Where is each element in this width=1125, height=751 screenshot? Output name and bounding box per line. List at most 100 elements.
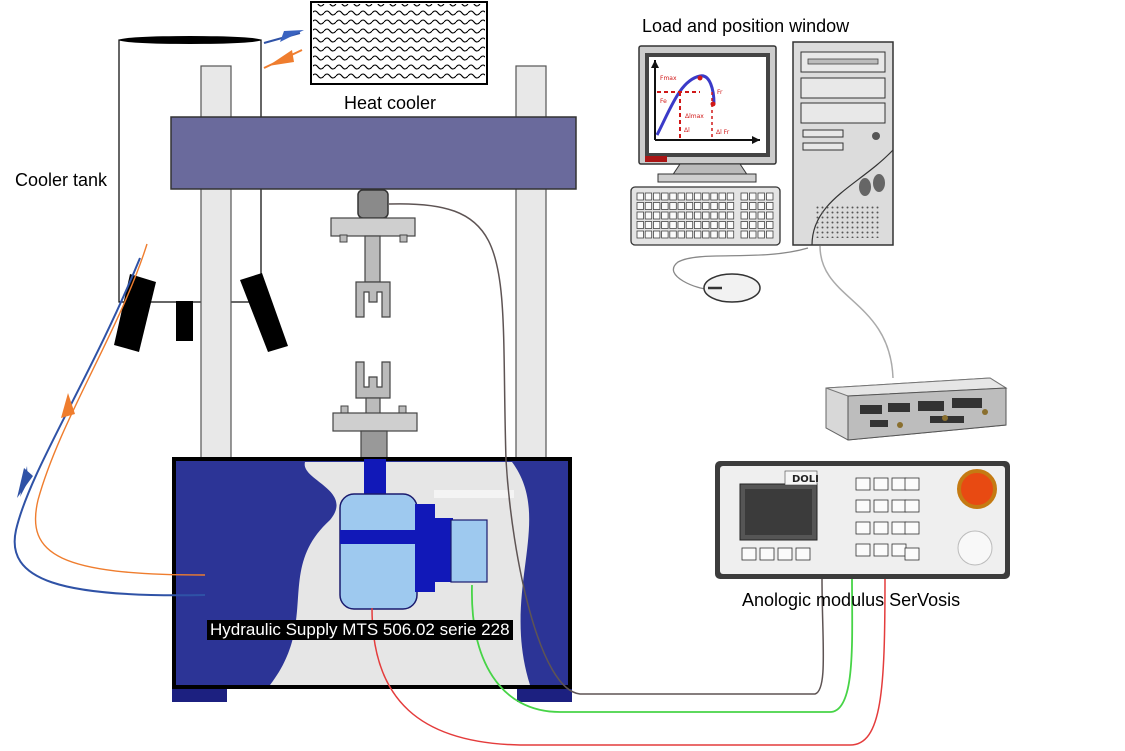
keyboard-key	[726, 192, 735, 201]
panel-key	[891, 543, 907, 557]
keypad-key	[740, 192, 748, 201]
keyboard-key	[644, 221, 653, 229]
panel-brand-label: DOLI	[792, 474, 819, 485]
lower-grip	[332, 361, 418, 462]
panel-key	[855, 477, 871, 491]
panel-key	[873, 521, 889, 535]
keyboard-key	[726, 202, 735, 210]
keyboard-key	[726, 211, 735, 220]
panel-key	[891, 499, 907, 513]
keyboard-key	[644, 230, 653, 239]
keyboard-key	[653, 192, 661, 201]
plot-label-fmax: Fmax	[660, 75, 677, 82]
analog-module-label: Anologic modulus SerVosis	[742, 590, 961, 610]
plot-label-fe: Fe	[660, 98, 667, 105]
keyboard-key	[710, 221, 718, 229]
keyboard-key	[726, 221, 735, 229]
keyboard-key	[694, 192, 702, 201]
keyboard-key	[702, 192, 710, 201]
keypad-key	[766, 192, 774, 201]
coolant-supply-arrow	[263, 49, 303, 69]
keyboard-key	[677, 211, 685, 220]
keyboard-key	[710, 192, 718, 201]
panel-key	[873, 499, 889, 513]
keypad-key	[757, 192, 765, 201]
keypad-key	[749, 230, 757, 239]
panel-key	[891, 477, 907, 491]
keyboard-key	[661, 221, 669, 229]
keyboard-key	[694, 230, 702, 239]
keypad-key	[757, 230, 765, 239]
panel-key	[904, 521, 920, 535]
keyboard-key	[685, 221, 694, 229]
keyboard-key	[669, 230, 677, 239]
keyboard-key	[636, 230, 644, 239]
emergency-stop-icon	[957, 469, 997, 509]
keypad-key	[749, 221, 757, 229]
keypad-key	[740, 211, 748, 220]
panel-key	[759, 547, 775, 561]
load-position-window-label: Load and position window	[642, 16, 850, 36]
keyboard-key	[694, 221, 702, 229]
keyboard-key	[669, 221, 677, 229]
keyboard-key	[694, 211, 702, 220]
keyboard-key	[653, 211, 661, 220]
heat-cooler-label: Heat cooler	[344, 93, 437, 113]
panel-key	[777, 547, 793, 561]
panel-key	[741, 547, 757, 561]
panel-key	[873, 543, 889, 557]
panel-key	[904, 547, 920, 561]
control-panel-icon: DOLI	[715, 461, 1010, 579]
keyboard-key	[661, 211, 669, 220]
keypad-key	[749, 211, 757, 220]
keyboard-key	[669, 211, 677, 220]
keyboard-key	[653, 230, 661, 239]
panel-key	[904, 477, 920, 491]
keypad-key	[766, 230, 774, 239]
keyboard-key	[685, 230, 694, 239]
pc-controller-cable	[819, 245, 894, 379]
pc-tower-icon	[792, 41, 894, 246]
upper-grip	[330, 189, 416, 318]
keyboard-key	[702, 230, 710, 239]
hydraulic-supply-label: Hydraulic Supply MTS 506.02 serie 228	[207, 620, 513, 640]
keypad-key	[740, 221, 748, 229]
keyboard-key	[702, 211, 710, 220]
keyboard-key	[685, 202, 694, 210]
keypad-key	[740, 202, 748, 210]
keyboard-key	[653, 221, 661, 229]
diagram-canvas: Fmax Fe Fr Δlmax Δl Δl Fr DOLI	[13, 1, 1010, 746]
keyboard-key	[677, 230, 685, 239]
keyboard-key	[685, 211, 694, 220]
plot-label-dl: Δl	[684, 127, 690, 134]
keyboard-key	[726, 230, 735, 239]
crosshead	[170, 116, 577, 190]
keyboard-key	[661, 230, 669, 239]
keypad-key	[749, 202, 757, 210]
panel-key	[873, 477, 889, 491]
keyboard-key	[718, 202, 726, 210]
plot-label-dlmax: Δlmax	[685, 113, 704, 120]
keyboard-key	[677, 221, 685, 229]
keyboard-key	[636, 211, 644, 220]
keyboard-key	[710, 202, 718, 210]
panel-key	[891, 521, 907, 535]
keyboard-key	[669, 192, 677, 201]
keyboard-key	[644, 202, 653, 210]
keyboard-icon	[630, 186, 781, 246]
keyboard-key	[636, 221, 644, 229]
panel-key	[855, 499, 871, 513]
keyboard-key	[710, 211, 718, 220]
keyboard-key	[702, 221, 710, 229]
keyboard-key	[718, 230, 726, 239]
keyboard-key	[710, 230, 718, 239]
keyboard-key	[718, 211, 726, 220]
coolant-return-arrow	[263, 30, 304, 44]
keyboard-key	[636, 202, 644, 210]
keyboard-key	[718, 221, 726, 229]
keyboard-key	[669, 202, 677, 210]
plot-label-dlfr: Δl Fr	[716, 129, 730, 136]
keyboard-key	[661, 192, 669, 201]
keypad-key	[766, 221, 774, 229]
keyboard-key	[685, 192, 694, 201]
